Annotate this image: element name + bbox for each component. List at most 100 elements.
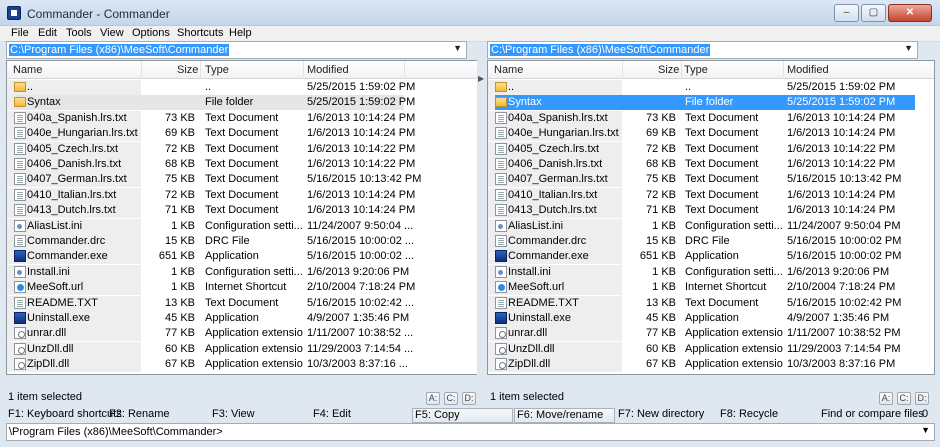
file-row[interactable]: Commander.drc 15 KB DRC File 5/16/2015 10:0… (488, 234, 934, 249)
drive-d-button[interactable]: D: (462, 392, 476, 405)
file-row[interactable]: 040a_Spanish.lrs.txt 73 KB Text Document 1/… (488, 110, 934, 126)
file-row[interactable]: MeeSoft.url 1 KB Internet Shortcut 2/10/200… (7, 280, 477, 296)
chevron-down-icon[interactable]: ▼ (921, 425, 930, 435)
f4-edit-button[interactable]: F4: Edit (311, 408, 411, 423)
file-name: 0407_German.lrs.txt (27, 173, 127, 186)
column-type[interactable]: Type (205, 64, 229, 76)
drive-a-button[interactable]: A: (426, 392, 440, 405)
file-row[interactable]: .... 5/25/2015 1:59:02 PM (488, 80, 934, 95)
minimize-button[interactable]: – (834, 4, 859, 22)
column-name[interactable]: Name (13, 64, 42, 76)
menu-file[interactable]: File (11, 27, 29, 39)
column-name[interactable]: Name (494, 64, 523, 76)
f1-shortcuts-button[interactable]: F1: Keyboard shortcuts (6, 408, 122, 423)
f5-copy-button[interactable]: F5: Copy (412, 408, 513, 423)
file-row[interactable]: .... 5/25/2015 1:59:02 PM (7, 80, 477, 95)
file-row[interactable]: Commander.exe 651 KB Application 5/16/2015 … (7, 249, 477, 265)
file-row[interactable]: README.TXT 13 KB Text Document 5/16/2015 10… (7, 295, 477, 311)
file-row[interactable]: 040e_Hungarian.lrs.txt 69 KB Text Document… (488, 126, 934, 142)
file-row[interactable]: ZipDll.dll 67 KB Application extension 10/3… (488, 357, 934, 373)
left-vertical-scrollbar[interactable] (460, 79, 477, 374)
file-row[interactable]: 0410_Italian.lrs.txt 72 KB Text Document 1/… (7, 187, 477, 203)
file-type: Application (205, 250, 259, 263)
f8-recycle-button[interactable]: F8: Recycle (718, 408, 819, 423)
find-compare-button[interactable]: Find or compare files (819, 408, 924, 423)
file-row[interactable]: 0405_Czech.lrs.txt 72 KB Text Document 1/6/… (7, 141, 477, 157)
panel-splitter[interactable]: ▶ (477, 60, 485, 375)
f6-move-rename-button[interactable]: F6: Move/rename (514, 408, 615, 423)
left-path-combo[interactable]: C:\Program Files (x86)\MeeSoft\Commander… (6, 41, 467, 59)
column-modified[interactable]: Modified (307, 64, 349, 76)
column-size[interactable]: Size (658, 64, 679, 76)
text-document-icon (14, 188, 26, 201)
file-row[interactable]: Syntax File folder 5/25/2015 1:59:02 PM (7, 95, 477, 111)
column-size[interactable]: Size (177, 64, 198, 76)
menu-view[interactable]: View (100, 27, 124, 39)
file-row[interactable]: 0410_Italian.lrs.txt 72 KB Text Document 1/… (488, 187, 934, 203)
column-modified[interactable]: Modified (787, 64, 829, 76)
menu-tools[interactable]: Tools (66, 27, 92, 39)
file-row[interactable]: 0405_Czech.lrs.txt 72 KB Text Document 1/6/… (488, 141, 934, 157)
file-row[interactable]: UnzDll.dll 60 KB Application extension 11/2… (488, 341, 934, 357)
file-row[interactable]: Syntax File folder 5/25/2015 1:59:02 PM (488, 95, 934, 111)
file-row[interactable]: Install.ini 1 KB Configuration setti... 1/6… (488, 264, 934, 280)
file-size: 651 KB (158, 250, 195, 263)
file-row[interactable]: 0407_German.lrs.txt 75 KB Text Document 5/1… (488, 172, 934, 188)
f7-new-directory-button[interactable]: F7: New directory (616, 408, 717, 423)
file-row[interactable]: 0406_Danish.lrs.txt 68 KB Text Document 1/6… (7, 157, 477, 172)
right-path-combo[interactable]: C:\Program Files (x86)\MeeSoft\Commander… (487, 41, 918, 59)
left-file-list[interactable]: Name Size Type Modified .... 5/25/2015 1:… (6, 60, 478, 375)
config-file-icon (14, 265, 26, 278)
file-row[interactable]: unrar.dll 77 KB Application extension 1/11/… (488, 326, 934, 342)
menu-shortcuts[interactable]: Shortcuts (177, 27, 223, 39)
menu-edit[interactable]: Edit (38, 27, 57, 39)
file-row[interactable]: unrar.dll 77 KB Application extension 1/11/… (7, 326, 477, 342)
command-line-input[interactable]: \Program Files (x86)\MeeSoft\Commander> … (6, 423, 935, 441)
file-row[interactable]: Uninstall.exe 45 KB Application 4/9/2007 1:… (488, 311, 934, 326)
file-row[interactable]: Commander.exe 651 KB Application 5/16/2015 … (488, 249, 934, 265)
folder-icon (14, 97, 26, 108)
file-name: Commander.drc (508, 235, 587, 247)
f3-view-button[interactable]: F3: View (210, 408, 310, 423)
file-row[interactable]: 0413_Dutch.lrs.txt 71 KB Text Document 1/6/… (7, 203, 477, 219)
right-path-text[interactable]: C:\Program Files (x86)\MeeSoft\Commander (490, 44, 711, 56)
drive-a-button[interactable]: A: (879, 392, 893, 405)
file-size: 1 KB (652, 265, 676, 278)
column-type[interactable]: Type (684, 64, 708, 76)
file-size: 67 KB (646, 358, 676, 371)
menu-help[interactable]: Help (229, 27, 252, 39)
file-row[interactable]: 0406_Danish.lrs.txt 68 KB Text Document 1/6… (488, 157, 934, 172)
close-button[interactable]: ✕ (888, 4, 932, 22)
file-type: Configuration setti... (685, 219, 783, 232)
f2-rename-button[interactable]: F2: Rename (107, 408, 209, 423)
file-row[interactable]: Uninstall.exe 45 KB Application 4/9/2007 1:… (7, 311, 477, 326)
drive-c-button[interactable]: C: (897, 392, 911, 405)
file-row[interactable]: AliasList.ini 1 KB Configuration setti... 1… (488, 218, 934, 234)
file-row[interactable]: MeeSoft.url 1 KB Internet Shortcut 2/10/200… (488, 280, 934, 296)
up-folder-icon (14, 82, 26, 92)
app-icon[interactable] (7, 6, 21, 20)
left-path-text[interactable]: C:\Program Files (x86)\MeeSoft\Commander (9, 44, 230, 56)
file-row[interactable]: ZipDll.dll 67 KB Application extension 10/3… (7, 357, 477, 373)
file-modified: 1/6/2013 10:14:22 PM (787, 142, 896, 155)
maximize-button[interactable]: ▢ (861, 4, 886, 22)
menu-options[interactable]: Options (132, 27, 170, 39)
drive-d-button[interactable]: D: (915, 392, 929, 405)
text-document-icon (14, 111, 26, 124)
file-row[interactable]: Install.ini 1 KB Configuration setti... 1/6… (7, 264, 477, 280)
file-row[interactable]: AliasList.ini 1 KB Configuration setti... 1… (7, 218, 477, 234)
chevron-down-icon[interactable]: ▼ (904, 43, 913, 53)
file-row[interactable]: 040a_Spanish.lrs.txt 73 KB Text Document 1/… (7, 110, 477, 126)
function-key-extra[interactable]: 0 (920, 408, 936, 423)
file-row[interactable]: 0407_German.lrs.txt 75 KB Text Document 5/1… (7, 172, 477, 188)
file-row[interactable]: 0413_Dutch.lrs.txt 71 KB Text Document 1/6/… (488, 203, 934, 219)
file-row[interactable]: Commander.drc 15 KB DRC File 5/16/2015 10:0… (7, 234, 477, 249)
file-row[interactable]: README.TXT 13 KB Text Document 5/16/2015 10… (488, 295, 934, 311)
file-row[interactable]: UnzDll.dll 60 KB Application extension 11/2… (7, 341, 477, 357)
file-type: Text Document (685, 188, 759, 201)
file-row[interactable]: 040e_Hungarian.lrs.txt 69 KB Text Document… (7, 126, 477, 142)
file-size: 1 KB (171, 281, 195, 294)
drive-c-button[interactable]: C: (444, 392, 458, 405)
right-file-list[interactable]: Name Size Type Modified .... 5/25/2015 1:… (487, 60, 935, 375)
chevron-down-icon[interactable]: ▼ (453, 43, 462, 53)
